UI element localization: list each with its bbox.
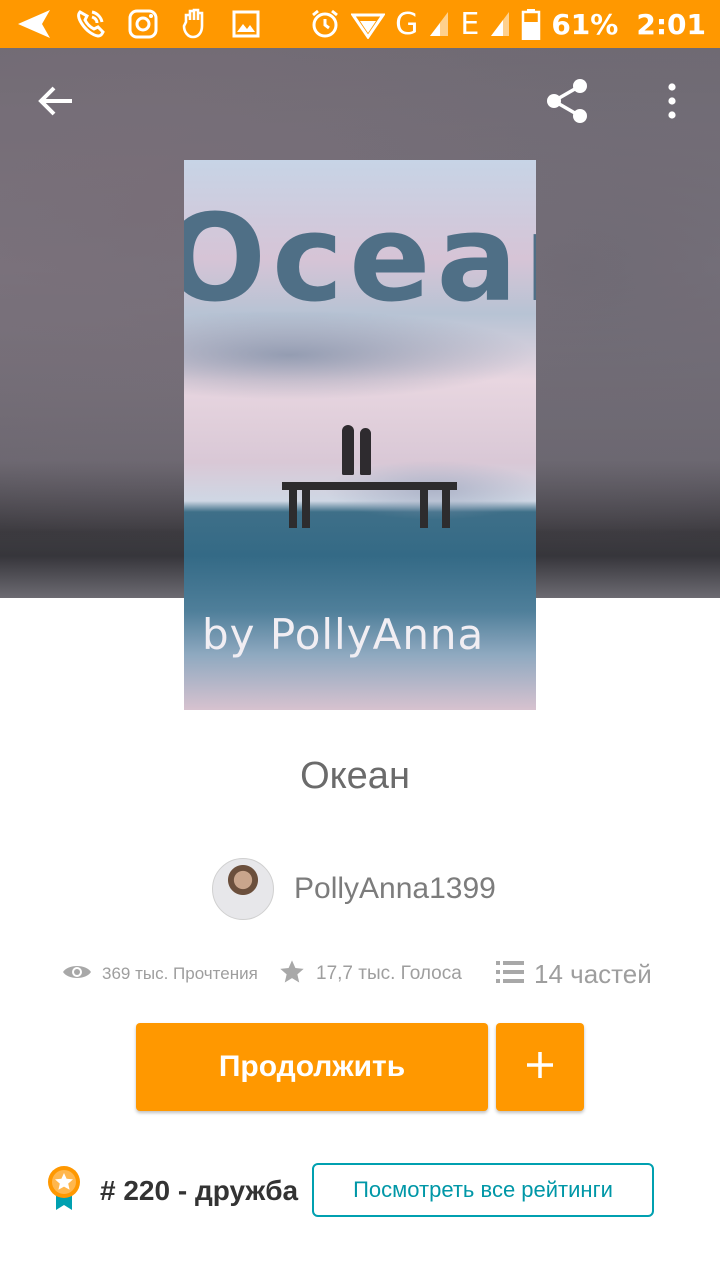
author-name[interactable]: PollyAnna1399: [294, 872, 496, 906]
alarm-icon: [309, 8, 341, 40]
votes-count: 17,7 тыс. Голоса: [316, 963, 462, 984]
signal-icon: [428, 10, 450, 38]
list-icon: [496, 960, 524, 989]
star-icon: [278, 958, 306, 991]
avatar[interactable]: [212, 858, 274, 920]
story-stats: 369 тыс. Прочтения 17,7 тыс. Голоса 14 ч…: [62, 950, 662, 998]
parts-count: 14 частей: [534, 958, 652, 989]
cover-pier-leg: [420, 490, 428, 528]
continue-reading-button[interactable]: Продолжить: [136, 1023, 488, 1111]
cover-pier-leg: [289, 490, 297, 528]
plus-icon: [525, 1050, 555, 1085]
story-title: Океан: [300, 755, 410, 797]
status-bar: G E 61% 2:01: [0, 0, 720, 48]
wifi-icon: [351, 9, 386, 39]
network-g: G: [395, 6, 419, 42]
phone-call-icon: [74, 8, 106, 40]
parts-stat[interactable]: 14 частей: [496, 950, 652, 998]
reads-stat: 369 тыс. Прочтения: [62, 950, 258, 998]
author-row[interactable]: PollyAnna1399: [212, 858, 496, 920]
cover-pier-leg: [302, 490, 310, 528]
battery-icon: [521, 8, 541, 40]
signal-icon: [489, 10, 511, 38]
view-all-rankings-button[interactable]: Посмотреть все рейтинги: [312, 1163, 654, 1217]
votes-stat: 17,7 тыс. Голоса: [278, 950, 462, 998]
share-icon: [543, 77, 591, 130]
cover-figure: [342, 425, 354, 475]
eye-icon: [62, 962, 92, 987]
share-button[interactable]: [542, 78, 592, 128]
hand-icon: [180, 8, 210, 40]
image-icon: [232, 10, 260, 38]
network-e: E: [460, 6, 480, 42]
cover-pier-leg: [442, 490, 450, 528]
back-button[interactable]: [31, 78, 81, 128]
award-badge-icon: [46, 1165, 82, 1216]
instagram-icon: [128, 9, 158, 39]
clock: 2:01: [636, 7, 706, 41]
cover-title: Ocean: [184, 190, 536, 329]
add-to-library-button[interactable]: [496, 1023, 584, 1111]
ranking-text: # 220 - дружба: [100, 1174, 299, 1206]
more-button[interactable]: [647, 78, 697, 128]
continue-label: Продолжить: [218, 1050, 406, 1083]
ranking-row: # 220 - дружба: [46, 1165, 298, 1216]
cover-figure: [360, 428, 371, 475]
battery-percent: 61%: [551, 7, 619, 41]
cover-author: by PollyAnna: [202, 610, 485, 659]
cover-pier: [282, 482, 457, 490]
more-vert-icon: [667, 82, 677, 124]
reads-count: 369 тыс. Прочтения: [102, 964, 258, 983]
book-cover[interactable]: Ocean by PollyAnna: [184, 160, 536, 710]
navigation-icon: [16, 8, 52, 40]
arrow-back-icon: [38, 85, 74, 122]
cover-cloud: [324, 460, 536, 520]
